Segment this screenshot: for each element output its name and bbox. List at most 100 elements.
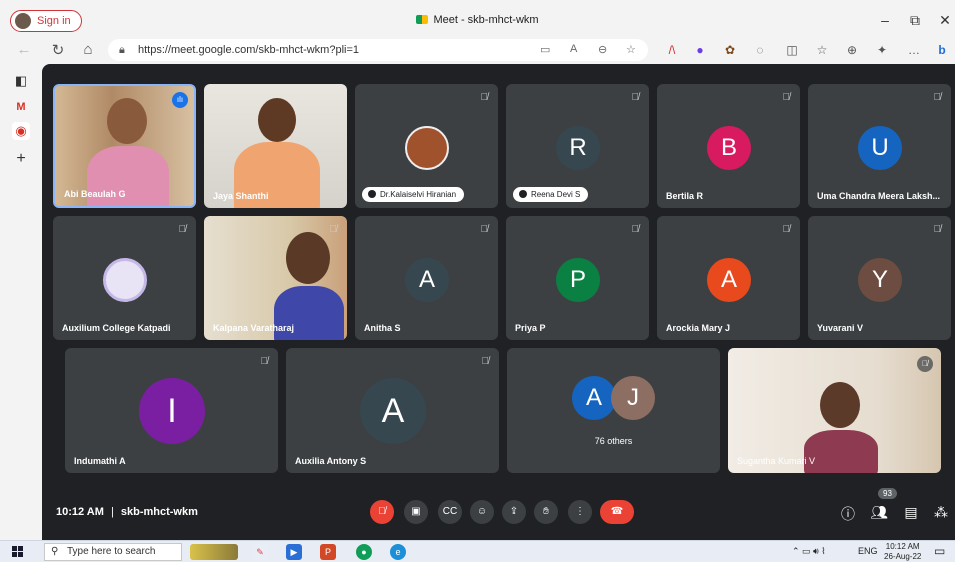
- participant-name: Abi Beaulah G: [64, 189, 126, 199]
- taskbar-app-icon[interactable]: ✎: [252, 544, 268, 560]
- zoom-icon[interactable]: ⊖: [598, 43, 607, 56]
- powerpoint-icon[interactable]: P: [320, 544, 336, 560]
- clock-date: 26-Aug-22: [884, 552, 922, 561]
- taskbar-search-field[interactable]: ⚲ Type here to search: [44, 543, 182, 561]
- participant-name: Dr.Kalaiselvi Hiranian: [380, 190, 457, 199]
- extension-icon[interactable]: ◌: [752, 43, 768, 57]
- participant-name: Anitha S: [364, 323, 401, 333]
- activities-icon[interactable]: ⁂: [932, 504, 950, 521]
- camera-button[interactable]: ▣: [404, 500, 428, 524]
- participant-tile[interactable]: ılı Abi Beaulah G: [53, 84, 196, 208]
- participant-name: Auxilia Antony S: [295, 456, 367, 466]
- participant-tile[interactable]: 🎙̸ B Bertila R: [657, 84, 800, 208]
- participant-tile[interactable]: 🎙̸ Kalpana Varatharaj: [204, 216, 347, 340]
- extension-icon[interactable]: ✿: [722, 43, 738, 57]
- gmail-icon[interactable]: M: [12, 98, 30, 116]
- collections-icon[interactable]: ⊕: [844, 43, 860, 57]
- meet-logo-icon: [416, 15, 429, 24]
- taskbar-app-icon[interactable]: ▶: [286, 544, 302, 560]
- extension-icon[interactable]: /\: [664, 43, 680, 57]
- captions-button[interactable]: CC: [438, 500, 462, 524]
- favorite-star-icon[interactable]: ☆: [626, 43, 636, 56]
- participant-tile[interactable]: 🎙̸ A Auxilia Antony S: [286, 348, 499, 473]
- refresh-icon[interactable]: ↻: [48, 41, 68, 59]
- add-icon[interactable]: +: [12, 150, 30, 168]
- windows-start-icon[interactable]: [12, 546, 24, 558]
- emoji-button[interactable]: ☺: [470, 500, 494, 524]
- raise-hand-button[interactable]: ✋︎: [534, 500, 558, 524]
- chrome-icon[interactable]: ●: [356, 544, 372, 560]
- participant-avatar: Y: [858, 258, 902, 302]
- tray-icons[interactable]: ⌃ ▭ 🔊︎ ⌇: [792, 546, 826, 557]
- participant-tile[interactable]: 🎙̸ Dr.Kalaiselvi Hiranian: [355, 84, 498, 208]
- participant-avatar: U: [858, 126, 902, 170]
- participant-avatar: I: [139, 378, 205, 444]
- window-title-text: Meet - skb-mhct-wkm: [433, 14, 539, 26]
- muted-mic-icon: 🎙̸: [481, 356, 490, 367]
- more-options-button[interactable]: ⋮: [568, 500, 592, 524]
- chat-icon[interactable]: ▤: [902, 504, 920, 521]
- pin-icon: [368, 190, 376, 198]
- url-field[interactable]: 🔒︎ https://meet.google.com/skb-mhct-wkm?…: [108, 39, 648, 61]
- muted-mic-icon: 🎙̸: [782, 224, 791, 235]
- participant-avatar: A: [707, 258, 751, 302]
- address-bar-row: ← ↻ ⌂ 🔒︎ https://meet.google.com/skb-mhc…: [0, 38, 955, 64]
- participant-tile[interactable]: 🎙̸ Sugantha Kumari V: [728, 348, 941, 473]
- notifications-icon[interactable]: ▭: [934, 544, 945, 558]
- people-icon[interactable]: 👥︎: [870, 504, 888, 521]
- participant-tile[interactable]: Jaya Shanthi: [204, 84, 347, 208]
- edge-icon[interactable]: e: [390, 544, 406, 560]
- participant-name: Uma Chandra Meera Laksh...: [817, 191, 941, 201]
- favorites-icon[interactable]: ☆: [814, 43, 830, 57]
- muted-mic-icon: 🎙̸: [933, 224, 942, 235]
- participant-name: Bertila R: [666, 191, 704, 201]
- participant-tile[interactable]: 🎙̸ Auxilium College Katpadi: [53, 216, 196, 340]
- participant-tile[interactable]: 🎙̸ R Reena Devi S: [506, 84, 649, 208]
- language-indicator[interactable]: ENG: [858, 546, 878, 556]
- participant-tile[interactable]: 🎙̸ P Priya P: [506, 216, 649, 340]
- muted-mic-icon: 🎙̸: [260, 356, 269, 367]
- participant-tile[interactable]: 🎙̸ A Arockia Mary J: [657, 216, 800, 340]
- restore-button[interactable]: ⧉: [905, 12, 925, 29]
- participant-tile[interactable]: 🎙̸ A Anitha S: [355, 216, 498, 340]
- extension-icon[interactable]: ●: [692, 43, 708, 57]
- extensions-icon[interactable]: ✦: [874, 43, 890, 57]
- participant-avatar: A: [360, 378, 426, 444]
- participant-tile[interactable]: 🎙̸ I Indumathi A: [65, 348, 278, 473]
- muted-mic-icon: 🎙̸: [933, 92, 942, 103]
- taskbar-widget-icon[interactable]: [190, 544, 238, 560]
- taskbar-clock[interactable]: 10:12 AM 26-Aug-22: [884, 542, 921, 562]
- read-aloud-icon[interactable]: A: [570, 43, 577, 55]
- meeting-details-icon[interactable]: ⓘ: [839, 504, 857, 524]
- mic-off-button[interactable]: 🎙̸: [370, 500, 394, 524]
- muted-mic-icon: 🎙̸: [631, 92, 640, 103]
- home-icon[interactable]: ⌂: [78, 41, 98, 58]
- bing-copilot-icon[interactable]: b: [934, 43, 950, 57]
- participant-face: [107, 98, 147, 144]
- recording-icon[interactable]: ◉: [12, 122, 30, 140]
- clock-time: 10:12 AM: [885, 542, 920, 551]
- others-tile[interactable]: A J 76 others: [507, 348, 720, 473]
- search-icon: ⚲: [51, 546, 59, 557]
- participant-tile[interactable]: 🎙̸ U Uma Chandra Meera Laksh...: [808, 84, 951, 208]
- participant-name-pill: Dr.Kalaiselvi Hiranian: [362, 187, 465, 202]
- meeting-separator: |: [110, 506, 114, 518]
- back-icon[interactable]: ←: [14, 41, 34, 58]
- participant-name-pill: Reena Devi S: [513, 187, 589, 202]
- lock-icon: 🔒︎: [119, 44, 125, 56]
- close-button[interactable]: ✕: [935, 12, 955, 29]
- more-menu-icon[interactable]: …: [906, 43, 922, 57]
- present-button[interactable]: ⇪: [502, 500, 526, 524]
- participant-avatar: A: [572, 376, 616, 420]
- window-title: Meet - skb-mhct-wkm: [0, 14, 955, 26]
- url-text: https://meet.google.com/skb-mhct-wkm?pli…: [138, 44, 360, 56]
- split-screen-icon[interactable]: ◫: [784, 43, 800, 57]
- minimize-button[interactable]: –: [875, 12, 895, 28]
- muted-mic-icon: 🎙̸: [631, 224, 640, 235]
- participant-name: Yuvarani V: [817, 323, 864, 333]
- camera-site-icon[interactable]: ▭: [540, 43, 550, 56]
- leave-call-button[interactable]: ☎: [600, 500, 634, 524]
- tab-actions-icon[interactable]: ◧: [12, 72, 30, 90]
- meet-stage: ılı Abi Beaulah G Jaya Shanthi 🎙̸ Dr.Kal…: [42, 64, 955, 540]
- participant-tile[interactable]: 🎙̸ Y Yuvarani V: [808, 216, 951, 340]
